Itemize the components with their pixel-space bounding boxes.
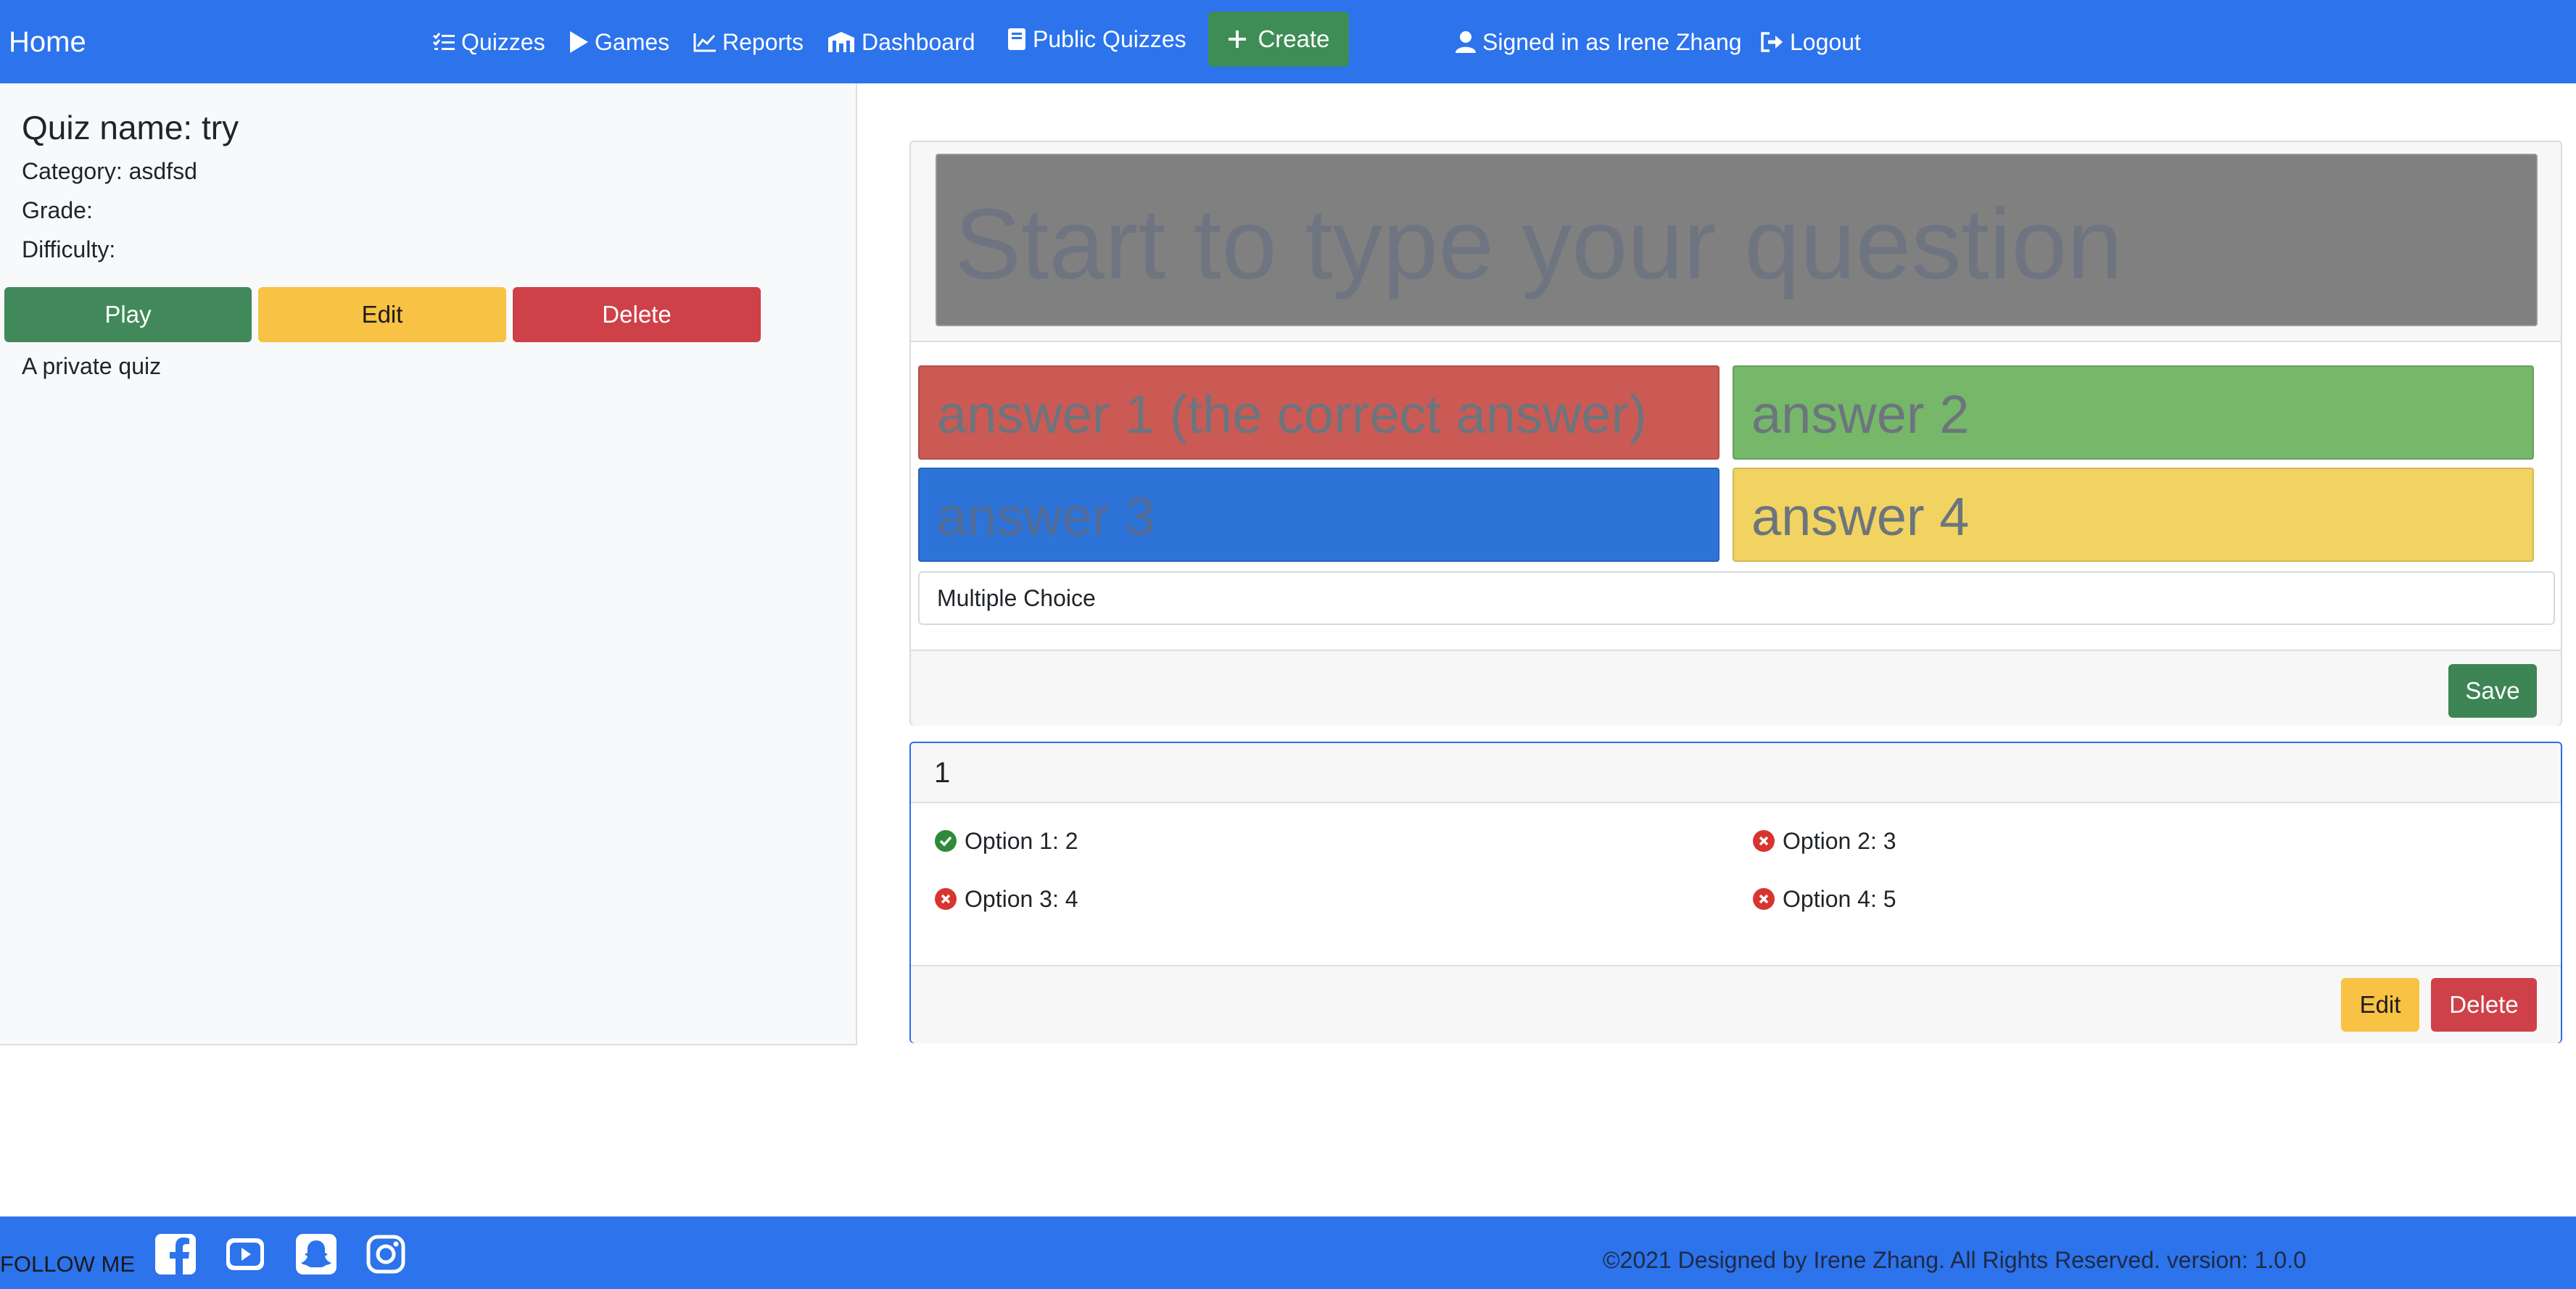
copyright-text: ©2021 Designed by Irene Zhang. All Right…	[1603, 1247, 2306, 1273]
play-button[interactable]: Play	[4, 287, 252, 342]
quiz-title: Quiz name: try	[22, 109, 239, 146]
question-card: 1 Option 1: 2 Option 2: 3 Option 3: 4 Op…	[909, 742, 2562, 1043]
checklist-icon	[432, 33, 455, 50]
logout-link[interactable]: Logout	[1759, 25, 1861, 59]
check-circle-icon	[935, 830, 957, 852]
nav-label-reports: Reports	[722, 29, 804, 55]
facebook-icon[interactable]	[154, 1232, 197, 1276]
question-input[interactable]: Start to type your question	[936, 154, 2538, 326]
nav-item-games[interactable]: Games	[569, 25, 669, 59]
question-type-select[interactable]: Multiple Choice	[918, 571, 2555, 625]
play-icon	[570, 31, 588, 53]
nav-item-public-quizzes[interactable]: Public Quizzes	[1007, 22, 1186, 57]
question-card-footer: Edit Delete	[911, 965, 2561, 1043]
create-label: Create	[1258, 25, 1330, 52]
editor-footer: Save	[911, 650, 2561, 726]
quiz-category: Category: asdfsd	[22, 158, 197, 184]
follow-me-label: FOLLOW ME	[0, 1251, 136, 1277]
editor-header: Start to type your question	[911, 142, 2561, 342]
logout-label: Logout	[1790, 29, 1861, 55]
option-2-text: Option 2: 3	[1783, 828, 1896, 854]
edit-question-button[interactable]: Edit	[2341, 978, 2419, 1032]
answer-1-placeholder: answer 1 (the correct answer)	[937, 384, 1647, 444]
quiz-grade: Grade:	[22, 197, 93, 223]
x-circle-icon	[1753, 830, 1775, 852]
chart-line-icon	[693, 33, 716, 52]
x-circle-icon	[1753, 888, 1775, 910]
page-footer: FOLLOW ME ©2021 Designed by Irene Zhang.…	[0, 1217, 2576, 1289]
delete-quiz-button[interactable]: Delete	[513, 287, 761, 342]
question-placeholder: Start to type your question	[954, 188, 2123, 300]
building-icon	[828, 32, 854, 52]
answer-2-placeholder: answer 2	[1751, 384, 1970, 444]
option-1: Option 1: 2	[934, 825, 1078, 857]
option-3-text: Option 3: 4	[965, 886, 1078, 912]
visibility-note: A private quiz	[22, 353, 162, 379]
book-icon	[1008, 28, 1025, 50]
instagram-icon[interactable]	[364, 1232, 408, 1276]
nav-item-reports[interactable]: Reports	[693, 25, 804, 59]
nav-label-games: Games	[595, 29, 670, 55]
answer-4-input[interactable]: answer 4	[1733, 468, 2534, 562]
question-card-header: 1	[911, 743, 2561, 803]
nav-item-quizzes[interactable]: Quizzes	[432, 25, 545, 59]
plus-icon	[1229, 30, 1247, 48]
nav-label-dashboard: Dashboard	[862, 29, 975, 55]
nav-label-public-quizzes: Public Quizzes	[1033, 26, 1186, 52]
option-2: Option 2: 3	[1752, 825, 1896, 857]
snapchat-icon[interactable]	[294, 1232, 338, 1276]
user-label: Signed in as Irene Zhang	[1482, 29, 1742, 55]
option-4: Option 4: 5	[1752, 883, 1896, 915]
answer-3-placeholder: answer 3	[937, 486, 1155, 547]
top-navbar: Home Quizzes Games Reports Dashboard Pub…	[0, 0, 2576, 83]
x-circle-icon	[935, 888, 957, 910]
user-icon	[1456, 31, 1476, 53]
edit-quiz-button[interactable]: Edit	[258, 287, 506, 342]
delete-question-button[interactable]: Delete	[2431, 978, 2537, 1032]
question-number: 1	[934, 757, 951, 789]
answer-1-input[interactable]: answer 1 (the correct answer)	[918, 365, 1720, 460]
answer-3-input[interactable]: answer 3	[918, 468, 1720, 562]
save-button[interactable]: Save	[2448, 664, 2537, 718]
signed-in-user: Signed in as Irene Zhang	[1455, 25, 1742, 59]
option-4-text: Option 4: 5	[1783, 886, 1896, 912]
nav-item-dashboard[interactable]: Dashboard	[827, 25, 975, 59]
option-1-text: Option 1: 2	[965, 828, 1078, 854]
quiz-difficulty: Difficulty:	[22, 236, 116, 262]
create-button[interactable]: Create	[1208, 12, 1349, 67]
home-link[interactable]: Home	[9, 22, 86, 62]
answer-4-placeholder: answer 4	[1751, 486, 1970, 547]
nav-label-quizzes: Quizzes	[461, 29, 545, 55]
option-3: Option 3: 4	[934, 883, 1078, 915]
logout-icon	[1761, 32, 1783, 52]
youtube-icon[interactable]	[223, 1232, 267, 1276]
quiz-info-panel: Quiz name: try Category: asdfsd Grade: D…	[0, 83, 857, 1045]
answer-2-input[interactable]: answer 2	[1733, 365, 2534, 460]
question-editor-card: Start to type your question answer 1 (th…	[909, 141, 2562, 726]
